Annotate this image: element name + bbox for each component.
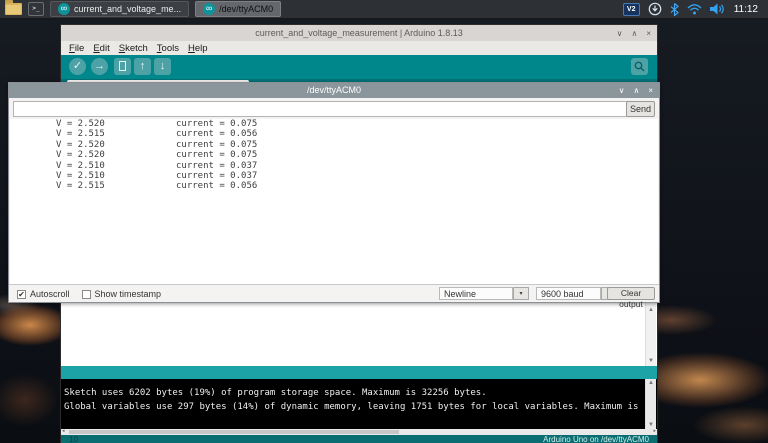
clock: 11:12 — [734, 4, 758, 15]
autoscroll-checkbox[interactable]: ✔ — [17, 290, 26, 299]
close-icon[interactable]: × — [648, 86, 653, 95]
bluetooth-icon[interactable] — [670, 3, 679, 16]
upload-button[interactable]: → — [91, 58, 108, 75]
document-icon — [119, 61, 126, 71]
serial-output-line: V = 2.510current = 0.037 — [10, 161, 658, 171]
serial-output-line: V = 2.515current = 0.056 — [10, 129, 658, 139]
volume-icon[interactable] — [710, 3, 726, 15]
serial-output-line: V = 2.510current = 0.037 — [10, 171, 658, 181]
taskbar-app-label: current_and_voltage_me... — [74, 4, 181, 14]
serial-output-line: V = 2.515current = 0.056 — [10, 181, 658, 191]
line-ending-select[interactable]: Newline — [439, 287, 513, 300]
menu-bar: File Edit Sketch Tools Help — [61, 41, 657, 55]
ide-titlebar[interactable]: current_and_voltage_measurement | Arduin… — [61, 25, 657, 41]
terminal-icon[interactable]: >_ — [28, 2, 44, 16]
scroll-up-icon[interactable]: ▲ — [646, 307, 656, 313]
serial-monitor-window: /dev/ttyACM0 ∨ ∧ × Send V = 2.520current… — [8, 82, 660, 303]
minimize-icon[interactable]: ∨ — [617, 29, 623, 38]
build-console: Sketch uses 6202 bytes (19%) of program … — [61, 379, 657, 429]
open-sketch-button[interactable]: ↑ — [134, 58, 151, 75]
timestamp-label: Show timestamp — [95, 289, 162, 299]
clear-output-button[interactable]: Clear output — [607, 287, 655, 300]
status-divider-bar — [61, 366, 657, 379]
ide-toolbar: ✓ → ↑ ↓ — [61, 55, 657, 79]
save-sketch-button[interactable]: ↓ — [154, 58, 171, 75]
board-port-info: Arduino Uno on /dev/ttyACM0 — [543, 435, 649, 443]
line-ending-caret-icon[interactable]: ▾ — [513, 287, 529, 300]
menu-edit[interactable]: Edit — [93, 43, 109, 54]
file-manager-icon[interactable] — [5, 3, 22, 15]
ide-window-title: current_and_voltage_measurement | Arduin… — [61, 28, 657, 38]
serial-output-line: V = 2.520current = 0.075 — [10, 119, 658, 129]
verify-button[interactable]: ✓ — [69, 58, 86, 75]
serial-output-area[interactable]: V = 2.520current = 0.075V = 2.515current… — [10, 119, 658, 285]
menu-file[interactable]: File — [69, 43, 84, 54]
maximize-icon[interactable]: ∧ — [633, 86, 639, 95]
console-line: Global variables use 297 bytes (14%) of … — [64, 400, 638, 414]
serial-output-line: V = 2.520current = 0.075 — [10, 140, 658, 150]
hscroll-thumb[interactable] — [69, 430, 399, 434]
serial-window-title: /dev/ttyACM0 — [9, 83, 659, 98]
taskbar-tray: V2 11:12 — [623, 2, 768, 16]
arduino-logo-icon: ∞ — [58, 3, 70, 15]
taskbar-app-label: /dev/ttyACM0 — [219, 4, 273, 14]
menu-help[interactable]: Help — [188, 43, 208, 54]
vnc-icon[interactable]: V2 — [623, 3, 640, 16]
autoscroll-label: Autoscroll — [30, 289, 70, 299]
updates-icon[interactable] — [648, 2, 662, 16]
menu-sketch[interactable]: Sketch — [119, 43, 148, 54]
serial-monitor-button[interactable] — [631, 58, 648, 75]
scroll-left-icon[interactable]: ◂ — [62, 428, 65, 434]
new-sketch-button[interactable] — [114, 58, 131, 75]
scroll-right-icon[interactable]: ▸ — [653, 428, 656, 434]
console-scrollbar[interactable]: ▲ ▼ — [645, 379, 656, 429]
send-button[interactable]: Send — [626, 101, 655, 117]
taskbar: >_ ∞ current_and_voltage_me... ∞ /dev/tt… — [0, 0, 768, 19]
arduino-logo-icon: ∞ — [203, 3, 215, 15]
wifi-icon[interactable] — [687, 4, 702, 15]
desktop: >_ ∞ current_and_voltage_me... ∞ /dev/tt… — [0, 0, 768, 443]
maximize-icon[interactable]: ∧ — [631, 29, 637, 38]
cursor-line-number: 10 — [69, 435, 78, 443]
baud-rate-select[interactable]: 9600 baud — [536, 287, 601, 300]
timestamp-checkbox[interactable] — [82, 290, 91, 299]
serial-output-line: V = 2.520current = 0.075 — [10, 150, 658, 160]
taskbar-app-arduino-ide[interactable]: ∞ current_and_voltage_me... — [50, 1, 189, 17]
console-line: Sketch uses 6202 bytes (19%) of program … — [64, 386, 638, 400]
serial-bottom-bar: ✔ Autoscroll Show timestamp Newline ▾ 96… — [9, 284, 659, 302]
minimize-icon[interactable]: ∨ — [619, 86, 625, 95]
taskbar-app-serial-monitor[interactable]: ∞ /dev/ttyACM0 — [195, 1, 281, 17]
scroll-up-icon[interactable]: ▲ — [646, 380, 656, 386]
scroll-down-icon[interactable]: ▼ — [646, 358, 656, 364]
menu-tools[interactable]: Tools — [157, 43, 179, 54]
taskbar-left: >_ ∞ current_and_voltage_me... ∞ /dev/tt… — [0, 1, 623, 17]
close-icon[interactable]: × — [646, 29, 651, 38]
serial-send-input[interactable] — [13, 101, 629, 117]
magnifier-icon — [634, 61, 645, 72]
serial-titlebar[interactable]: /dev/ttyACM0 ∨ ∧ × — [9, 83, 659, 98]
ide-statusbar: 10 Arduino Uno on /dev/ttyACM0 — [61, 435, 657, 443]
